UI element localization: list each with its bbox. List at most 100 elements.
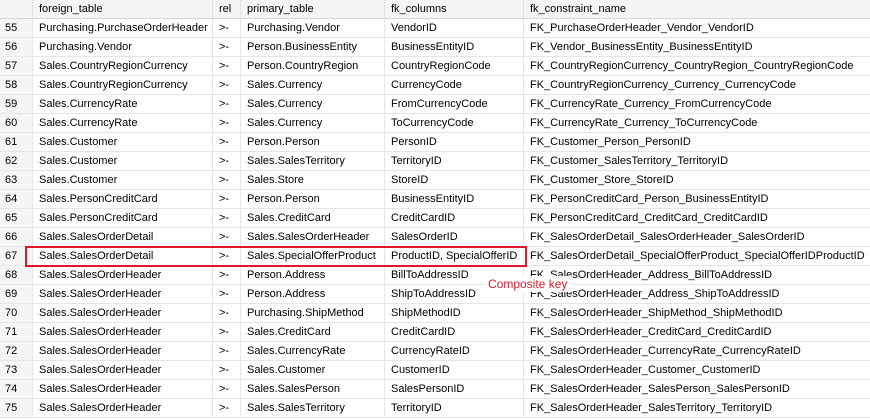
fk-columns-cell[interactable]: TerritoryID <box>385 399 524 418</box>
fk-columns-cell[interactable]: ToCurrencyCode <box>385 114 524 133</box>
rel-cell[interactable]: >- <box>213 209 241 228</box>
primary-table-cell[interactable]: Sales.SalesTerritory <box>241 399 385 418</box>
rel-cell[interactable]: >- <box>213 19 241 38</box>
rel-cell[interactable]: >- <box>213 323 241 342</box>
table-row[interactable]: 64 Sales.PersonCreditCard >- Person.Person B… <box>0 190 870 209</box>
fk-constraint-name-cell[interactable]: FK_SalesOrderHeader_ShipMethod_ShipMetho… <box>524 304 870 323</box>
row-number[interactable]: 66 <box>0 228 33 247</box>
foreign-table-cell[interactable]: Sales.CurrencyRate <box>33 95 213 114</box>
table-row[interactable]: 70 Sales.SalesOrderHeader >- Purchasing.Shi… <box>0 304 870 323</box>
row-number[interactable]: 62 <box>0 152 33 171</box>
foreign-table-cell[interactable]: Sales.CountryRegionCurrency <box>33 76 213 95</box>
fk-constraint-name-cell[interactable]: FK_Customer_SalesTerritory_TerritoryID <box>524 152 870 171</box>
primary-table-cell[interactable]: Person.BusinessEntity <box>241 38 385 57</box>
fk-constraint-name-cell[interactable]: FK_SalesOrderHeader_Customer_CustomerID <box>524 361 870 380</box>
row-number[interactable]: 61 <box>0 133 33 152</box>
fk-constraint-name-cell[interactable]: FK_CountryRegionCurrency_Currency_Curren… <box>524 76 870 95</box>
table-row[interactable]: 59 Sales.CurrencyRate >- Sales.Currency From… <box>0 95 870 114</box>
fk-columns-cell[interactable]: StoreID <box>385 171 524 190</box>
primary-table-cell[interactable]: Sales.SalesPerson <box>241 380 385 399</box>
fk-constraint-name-cell[interactable]: FK_PurchaseOrderHeader_Vendor_VendorID <box>524 19 870 38</box>
foreign-table-cell[interactable]: Sales.SalesOrderDetail <box>33 247 213 266</box>
foreign-table-cell[interactable]: Purchasing.PurchaseOrderHeader <box>33 19 213 38</box>
primary-table-cell[interactable]: Sales.SalesTerritory <box>241 152 385 171</box>
row-number[interactable]: 65 <box>0 209 33 228</box>
table-row[interactable]: 66 Sales.SalesOrderDetail >- Sales.SalesOrd… <box>0 228 870 247</box>
foreign-table-cell[interactable]: Sales.SalesOrderDetail <box>33 228 213 247</box>
rel-cell[interactable]: >- <box>213 247 241 266</box>
fk-columns-cell[interactable]: CurrencyCode <box>385 76 524 95</box>
row-number[interactable]: 58 <box>0 76 33 95</box>
rel-cell[interactable]: >- <box>213 76 241 95</box>
fk-columns-cell[interactable]: ShipMethodID <box>385 304 524 323</box>
foreign-table-cell[interactable]: Sales.SalesOrderHeader <box>33 399 213 418</box>
table-row[interactable]: 73 Sales.SalesOrderHeader >- Sales.Customer… <box>0 361 870 380</box>
fk-constraint-name-cell[interactable]: FK_SalesOrderHeader_CurrencyRate_Currenc… <box>524 342 870 361</box>
table-row[interactable]: 67 Sales.SalesOrderDetail >- Sales.SpecialO… <box>0 247 870 266</box>
rel-cell[interactable]: >- <box>213 304 241 323</box>
foreign-table-cell[interactable]: Sales.PersonCreditCard <box>33 190 213 209</box>
fk-constraint-name-cell[interactable]: FK_SalesOrderHeader_CreditCard_CreditCar… <box>524 323 870 342</box>
fk-columns-cell[interactable]: PersonID <box>385 133 524 152</box>
fk-constraint-name-cell[interactable]: FK_CurrencyRate_Currency_ToCurrencyCode <box>524 114 870 133</box>
foreign-table-cell[interactable]: Sales.CountryRegionCurrency <box>33 57 213 76</box>
foreign-table-cell[interactable]: Sales.PersonCreditCard <box>33 209 213 228</box>
column-header-foreign-table[interactable]: foreign_table <box>33 0 213 19</box>
fk-constraint-name-cell[interactable]: FK_Customer_Person_PersonID <box>524 133 870 152</box>
foreign-table-cell[interactable]: Sales.Customer <box>33 171 213 190</box>
rel-cell[interactable]: >- <box>213 152 241 171</box>
row-number[interactable]: 73 <box>0 361 33 380</box>
foreign-table-cell[interactable]: Purchasing.Vendor <box>33 38 213 57</box>
primary-table-cell[interactable]: Sales.Store <box>241 171 385 190</box>
row-number[interactable]: 60 <box>0 114 33 133</box>
fk-constraint-name-cell[interactable]: FK_CurrencyRate_Currency_FromCurrencyCod… <box>524 95 870 114</box>
primary-table-cell[interactable]: Sales.Currency <box>241 114 385 133</box>
primary-table-cell[interactable]: Sales.CreditCard <box>241 209 385 228</box>
table-row[interactable]: 55 Purchasing.PurchaseOrderHeader >- Purcha… <box>0 19 870 38</box>
rel-cell[interactable]: >- <box>213 342 241 361</box>
row-number[interactable]: 69 <box>0 285 33 304</box>
row-number[interactable]: 72 <box>0 342 33 361</box>
row-number[interactable]: 75 <box>0 399 33 418</box>
rel-cell[interactable]: >- <box>213 114 241 133</box>
fk-constraint-name-cell[interactable]: FK_PersonCreditCard_Person_BusinessEntit… <box>524 190 870 209</box>
foreign-table-cell[interactable]: Sales.SalesOrderHeader <box>33 266 213 285</box>
row-number[interactable]: 68 <box>0 266 33 285</box>
primary-table-cell[interactable]: Person.Person <box>241 190 385 209</box>
table-row[interactable]: 62 Sales.Customer >- Sales.SalesTerritory Te… <box>0 152 870 171</box>
table-row[interactable]: 57 Sales.CountryRegionCurrency >- Person.Co… <box>0 57 870 76</box>
table-row[interactable]: 69 Sales.SalesOrderHeader >- Person.Address… <box>0 285 870 304</box>
rel-cell[interactable]: >- <box>213 399 241 418</box>
rownum-header[interactable] <box>0 0 33 19</box>
column-header-fk-constraint-name[interactable]: fk_constraint_name <box>524 0 870 19</box>
primary-table-cell[interactable]: Purchasing.Vendor <box>241 19 385 38</box>
foreign-table-cell[interactable]: Sales.Customer <box>33 152 213 171</box>
foreign-table-cell[interactable]: Sales.SalesOrderHeader <box>33 304 213 323</box>
primary-table-cell[interactable]: Person.CountryRegion <box>241 57 385 76</box>
table-row[interactable]: 71 Sales.SalesOrderHeader >- Sales.CreditCa… <box>0 323 870 342</box>
primary-table-cell[interactable]: Person.Person <box>241 133 385 152</box>
primary-table-cell[interactable]: Sales.SpecialOfferProduct <box>241 247 385 266</box>
primary-table-cell[interactable]: Sales.CurrencyRate <box>241 342 385 361</box>
fk-columns-cell[interactable]: ProductID, SpecialOfferID <box>385 247 524 266</box>
fk-columns-cell[interactable]: CountryRegionCode <box>385 57 524 76</box>
foreign-table-cell[interactable]: Sales.Customer <box>33 133 213 152</box>
table-row[interactable]: 65 Sales.PersonCreditCard >- Sales.CreditCa… <box>0 209 870 228</box>
column-header-primary-table[interactable]: primary_table <box>241 0 385 19</box>
primary-table-cell[interactable]: Sales.SalesOrderHeader <box>241 228 385 247</box>
table-row[interactable]: 56 Purchasing.Vendor >- Person.BusinessEnti… <box>0 38 870 57</box>
rel-cell[interactable]: >- <box>213 133 241 152</box>
rel-cell[interactable]: >- <box>213 171 241 190</box>
fk-columns-cell[interactable]: CreditCardID <box>385 323 524 342</box>
primary-table-cell[interactable]: Sales.CreditCard <box>241 323 385 342</box>
fk-columns-cell[interactable]: SalesOrderID <box>385 228 524 247</box>
column-header-rel[interactable]: rel <box>213 0 241 19</box>
fk-constraint-name-cell[interactable]: FK_CountryRegionCurrency_CountryRegion_C… <box>524 57 870 76</box>
row-number[interactable]: 56 <box>0 38 33 57</box>
column-header-fk-columns[interactable]: fk_columns <box>385 0 524 19</box>
rel-cell[interactable]: >- <box>213 38 241 57</box>
primary-table-cell[interactable]: Person.Address <box>241 285 385 304</box>
foreign-table-cell[interactable]: Sales.SalesOrderHeader <box>33 361 213 380</box>
fk-constraint-name-cell[interactable]: FK_SalesOrderHeader_Address_BillToAddres… <box>524 266 870 285</box>
fk-columns-cell[interactable]: TerritoryID <box>385 152 524 171</box>
